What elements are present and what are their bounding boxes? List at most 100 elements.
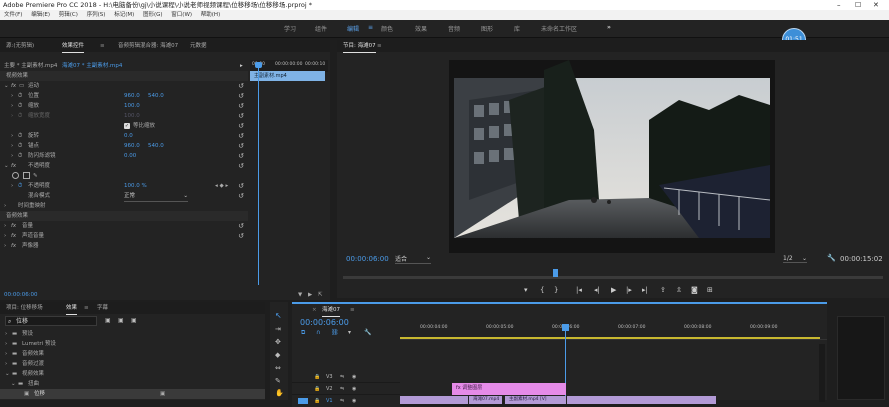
tree-item-distort[interactable]: ⌄ ▬ 扭曲 bbox=[0, 379, 265, 389]
workspace-overflow-icon[interactable]: » bbox=[607, 24, 611, 31]
program-timecode[interactable]: 00:00:06:00 bbox=[346, 255, 389, 263]
position-x-value[interactable]: 960.0 bbox=[124, 91, 140, 101]
reset-icon[interactable]: ↺ bbox=[238, 191, 244, 201]
slip-tool-icon[interactable]: ⇔ bbox=[275, 364, 281, 372]
adjustment-layer-clip[interactable]: fx 调整图层 bbox=[452, 383, 566, 395]
selection-tool-icon[interactable]: ↖ bbox=[275, 311, 282, 320]
32bit-effects-icon[interactable]: ▣ bbox=[118, 317, 124, 324]
time-remap-row[interactable]: › 时间重映射 bbox=[0, 201, 248, 211]
reset-icon[interactable]: ↺ bbox=[238, 231, 244, 241]
stopwatch-icon[interactable]: ⏱ bbox=[18, 101, 22, 111]
menu-graphics[interactable]: 图形(G) bbox=[143, 12, 163, 18]
expand-icon[interactable]: › bbox=[11, 101, 13, 111]
menu-marker[interactable]: 标记(M) bbox=[114, 12, 134, 18]
sync-lock-icon[interactable]: ⇋ bbox=[340, 374, 344, 380]
expand-icon[interactable]: › bbox=[4, 231, 6, 241]
export-icon[interactable]: ⇱ bbox=[318, 290, 323, 300]
linked-selection-icon[interactable]: ⛓ bbox=[331, 329, 339, 336]
step-forward-icon[interactable]: |▸ bbox=[626, 286, 632, 294]
tab-effect-controls[interactable]: 效果控件 bbox=[62, 40, 85, 53]
tab-menu-icon[interactable]: ≡ bbox=[84, 302, 89, 314]
hand-tool-icon[interactable]: ✋ bbox=[275, 389, 284, 397]
video-frame[interactable] bbox=[449, 60, 775, 253]
expand-icon[interactable]: › bbox=[11, 181, 13, 191]
eye-icon[interactable]: ◉ bbox=[352, 374, 356, 380]
main-footage-clip[interactable]: 主副素材.mp4 [V] bbox=[504, 396, 566, 404]
track-select-icon[interactable]: ⇥ bbox=[275, 325, 281, 333]
opacity-row[interactable]: ⌄ fx 不透明度 ↺ bbox=[0, 161, 248, 171]
workspace-libraries[interactable]: 库 bbox=[514, 24, 520, 33]
tab-metadata[interactable]: 元数据 bbox=[190, 40, 207, 52]
play-icon[interactable]: ▶ bbox=[611, 286, 616, 294]
anchor-y-value[interactable]: 540.0 bbox=[148, 141, 164, 151]
fx-icon[interactable]: fx bbox=[11, 231, 16, 241]
resolution-dropdown[interactable]: 1/2 ⌄ bbox=[783, 255, 807, 263]
reset-icon[interactable]: ↺ bbox=[238, 181, 244, 191]
effect-playhead-handle[interactable] bbox=[255, 62, 262, 68]
motion-row[interactable]: ⌄ fx ▭ 运动 ↺ bbox=[0, 81, 248, 91]
workspace-effects[interactable]: 效果 bbox=[415, 24, 427, 33]
workspace-audio[interactable]: 音频 bbox=[448, 24, 460, 33]
tree-item-video-effects[interactable]: ⌄ ▬ 视频效果 bbox=[0, 369, 265, 379]
add-marker-icon[interactable]: ▾ bbox=[524, 286, 528, 294]
fx-icon[interactable]: fx bbox=[11, 221, 16, 231]
timeline-playhead-handle[interactable] bbox=[562, 324, 569, 331]
razor-tool-icon[interactable]: ◆ bbox=[275, 351, 280, 359]
workspace-untitled[interactable]: 未命名工作区 bbox=[541, 24, 577, 33]
button-editor-icon[interactable]: ⊞ bbox=[707, 286, 713, 294]
insert-sequence-icon[interactable]: ⧉ bbox=[301, 329, 305, 337]
scale-value[interactable]: 100.0 bbox=[124, 101, 140, 111]
expand-icon[interactable]: › bbox=[4, 241, 6, 251]
fx-icon[interactable]: fx bbox=[11, 161, 16, 171]
workspace-assembly[interactable]: 组件 bbox=[315, 24, 327, 33]
wrench-icon[interactable]: 🔧 bbox=[827, 254, 836, 262]
tree-item-presets[interactable]: › ▬ 预设 bbox=[0, 329, 265, 339]
keyframe-nav-icon[interactable]: ◂ ◆ ▸ bbox=[215, 181, 228, 191]
sync-lock-icon[interactable]: ⇋ bbox=[340, 386, 344, 392]
add-marker-icon[interactable]: ▾ bbox=[348, 329, 351, 336]
workspace-color[interactable]: 颜色 bbox=[381, 24, 393, 33]
channel-volume-row[interactable]: › fx 声道音量 ↺ bbox=[0, 231, 248, 241]
clip-v1-left[interactable] bbox=[400, 396, 468, 404]
effect-timecode[interactable]: 00:00:06:00 bbox=[4, 290, 38, 300]
play-icon[interactable]: ▶ bbox=[308, 290, 312, 300]
program-scrubber[interactable] bbox=[343, 276, 883, 279]
minimize-icon[interactable]: – bbox=[837, 0, 841, 10]
fx-icon[interactable]: fx bbox=[11, 241, 16, 251]
motion-transform-icon[interactable]: ▭ bbox=[19, 81, 24, 91]
play-only-icon[interactable]: ▸ bbox=[240, 61, 243, 71]
uniform-scale-checkbox[interactable]: ✓ bbox=[124, 123, 130, 129]
lock-icon[interactable]: 🔒 bbox=[314, 386, 320, 392]
reset-icon[interactable]: ↺ bbox=[238, 81, 244, 91]
beach-clip[interactable]: 海滩07.mp4 bbox=[468, 396, 502, 404]
wrench-icon[interactable]: 🔧 bbox=[364, 329, 371, 336]
program-playhead[interactable] bbox=[553, 269, 558, 277]
pen-mask-icon[interactable]: ✎ bbox=[33, 171, 38, 181]
eye-icon[interactable]: ◉ bbox=[352, 386, 356, 392]
reset-icon[interactable]: ↺ bbox=[238, 151, 244, 161]
clip-v1-right[interactable] bbox=[566, 396, 716, 404]
reset-icon[interactable]: ↺ bbox=[238, 161, 244, 171]
stopwatch-icon[interactable]: ⏱ bbox=[18, 91, 22, 101]
pen-tool-icon[interactable]: ✎ bbox=[275, 377, 281, 385]
snap-icon[interactable]: ∩ bbox=[316, 329, 320, 336]
stopwatch-icon[interactable]: ⏱ bbox=[18, 141, 22, 151]
tab-menu-icon[interactable]: ≡ bbox=[100, 40, 105, 52]
reset-icon[interactable]: ↺ bbox=[238, 131, 244, 141]
workspace-learn[interactable]: 学习 bbox=[284, 24, 296, 33]
camera-icon[interactable]: ◙ bbox=[691, 286, 698, 294]
volume-row[interactable]: › fx 音量 ↺ bbox=[0, 221, 248, 231]
panner-row[interactable]: › fx 声像器 bbox=[0, 241, 248, 251]
position-y-value[interactable]: 540.0 bbox=[148, 91, 164, 101]
effect-clip-bar[interactable]: 主副素材.mp4 bbox=[250, 71, 325, 81]
stopwatch-icon[interactable]: ⏱ bbox=[18, 131, 22, 141]
yuv-effects-icon[interactable]: ▣ bbox=[131, 317, 137, 324]
expand-icon[interactable]: › bbox=[4, 221, 6, 231]
stopwatch-icon[interactable]: ⏱ bbox=[18, 181, 22, 191]
menu-edit[interactable]: 编辑(E) bbox=[31, 12, 50, 18]
menu-sequence[interactable]: 序列(S) bbox=[87, 12, 106, 18]
chevron-down-icon[interactable]: ⌄ bbox=[4, 161, 9, 171]
workspace-menu-icon[interactable]: ≡ bbox=[368, 24, 373, 31]
stopwatch-icon[interactable]: ⏱ bbox=[18, 151, 22, 161]
tab-effects[interactable]: 效果 bbox=[66, 302, 78, 315]
